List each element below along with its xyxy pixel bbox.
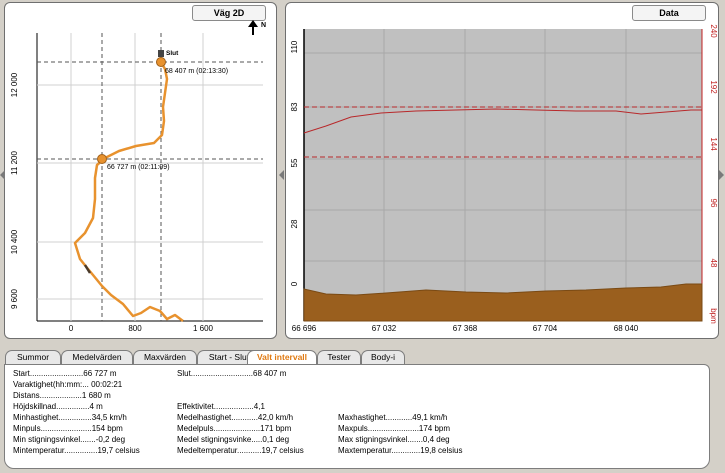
data-chart[interactable]: 110 83 55 28 0 240 192 144 96 48 bpm 66 …	[286, 3, 718, 338]
left-y-tick: 55	[290, 158, 299, 167]
right-y-tick: 240	[709, 24, 718, 38]
interval-end-marker[interactable]	[156, 57, 166, 67]
north-arrow-icon	[248, 20, 258, 35]
interval-end-label: 68 407 m (02:13:30)	[165, 68, 228, 75]
left-y-tick: 0	[290, 281, 299, 286]
map-x-tick: 1 600	[193, 324, 214, 333]
right-y-unit: bpm	[709, 308, 718, 324]
tab-maxvarden[interactable]: Maxvärden	[133, 350, 197, 364]
summary-medelpuls: Medelpuls.....................171 bpm	[177, 424, 292, 433]
summary-maxpuls: Maxpuls.......................174 bpm	[338, 424, 451, 433]
data-x-axis: 66 696 67 032 67 368 67 704 68 040	[292, 324, 639, 333]
map-y-tick: 12 000	[10, 72, 19, 97]
route-map-panel: Väg 2D 12 000 11 200 10 400 9 600 0 800 …	[4, 2, 277, 339]
summary-distans: Distans...................1 680 m	[13, 391, 111, 400]
map-y-tick: 9 600	[10, 288, 19, 309]
summary-medelhastighet: Medelhastighet............42,0 km/h	[177, 413, 294, 422]
map-x-tick: 800	[128, 324, 142, 333]
tab-summor[interactable]: Summor	[5, 350, 61, 364]
data-panel: Data 110 83 55 28 0 240 192 144 96 48 bp…	[285, 2, 719, 339]
summary-hojdskillnad: Höjdskillnad...............4 m	[13, 402, 103, 411]
summary-medeltemp: Medeltemperatur...........19,7 celsius	[177, 446, 304, 455]
tab-tester[interactable]: Tester	[317, 350, 361, 364]
summary-start: Start........................66 727 m	[13, 369, 117, 378]
left-y-axis: 110 83 55 28 0	[290, 40, 299, 286]
left-y-tick: 28	[290, 219, 299, 228]
summary-medel-stigning: Medel stigningsvinke.....0,1 deg	[177, 435, 290, 444]
summary-minhastighet: Minhastighet...............34,5 km/h	[13, 413, 127, 422]
summary-max-stigning: Max stigningsvinkel.......0,4 deg	[338, 435, 450, 444]
interval-summary: Start........................66 727 m Sl…	[4, 364, 710, 469]
right-y-tick: 192	[709, 80, 718, 94]
right-y-tick: 144	[709, 137, 718, 151]
tab-medelvarden[interactable]: Medelvärden	[61, 350, 133, 364]
summary-maxhastighet: Maxhastighet............49,1 km/h	[338, 413, 448, 422]
interval-start-label: 66 727 m (02:11:09)	[107, 164, 170, 171]
interval-start-marker[interactable]	[97, 154, 107, 164]
data-x-tick: 67 032	[372, 324, 397, 333]
summary-mintemp: Mintemperatur...............19,7 celsius	[13, 446, 140, 455]
data-x-tick: 67 368	[453, 324, 478, 333]
summary-varaktighet: Varaktighet(hh:mm:... 00:02:21	[13, 380, 123, 389]
left-y-tick: 83	[290, 102, 299, 111]
end-label: Slut	[166, 50, 179, 57]
summary-effektivitet: Effektivitet..................4,1	[177, 402, 265, 411]
end-flag-icon	[158, 50, 164, 57]
summary-min-stigning: Min stigningsvinkel.......-0,2 deg	[13, 435, 126, 444]
tab-body-i[interactable]: Body-i	[361, 350, 405, 364]
right-y-axis: 240 192 144 96 48 bpm	[709, 24, 718, 324]
collapse-right-arrow-icon[interactable]	[719, 170, 724, 180]
summary-maxtemp: Maxtemperatur.............19,8 celsius	[338, 446, 463, 455]
map-x-axis: 0 800 1 600	[69, 324, 214, 333]
data-x-tick: 68 040	[614, 324, 639, 333]
data-x-tick: 67 704	[533, 324, 558, 333]
map-y-axis: 12 000 11 200 10 400 9 600	[10, 72, 19, 309]
collapse-middle-arrow-icon[interactable]	[279, 170, 284, 180]
right-y-tick: 96	[709, 199, 718, 208]
map-y-tick: 11 200	[10, 151, 19, 175]
summary-minpuls: Minpuls.......................154 bpm	[13, 424, 123, 433]
data-x-tick: 66 696	[292, 324, 317, 333]
map-x-tick: 0	[69, 324, 74, 333]
right-y-tick: 48	[709, 259, 718, 268]
collapse-left-arrow-icon[interactable]	[0, 170, 5, 180]
plot-area	[304, 29, 702, 321]
route-map[interactable]: 12 000 11 200 10 400 9 600 0 800 1 600 N	[5, 3, 276, 338]
summary-slut: Slut............................68 407 m	[177, 369, 287, 378]
left-y-tick: 110	[290, 40, 299, 53]
map-y-tick: 10 400	[10, 229, 19, 254]
route-path	[73, 61, 184, 322]
tab-valt-intervall[interactable]: Valt intervall	[247, 350, 317, 365]
north-label: N	[261, 22, 266, 29]
